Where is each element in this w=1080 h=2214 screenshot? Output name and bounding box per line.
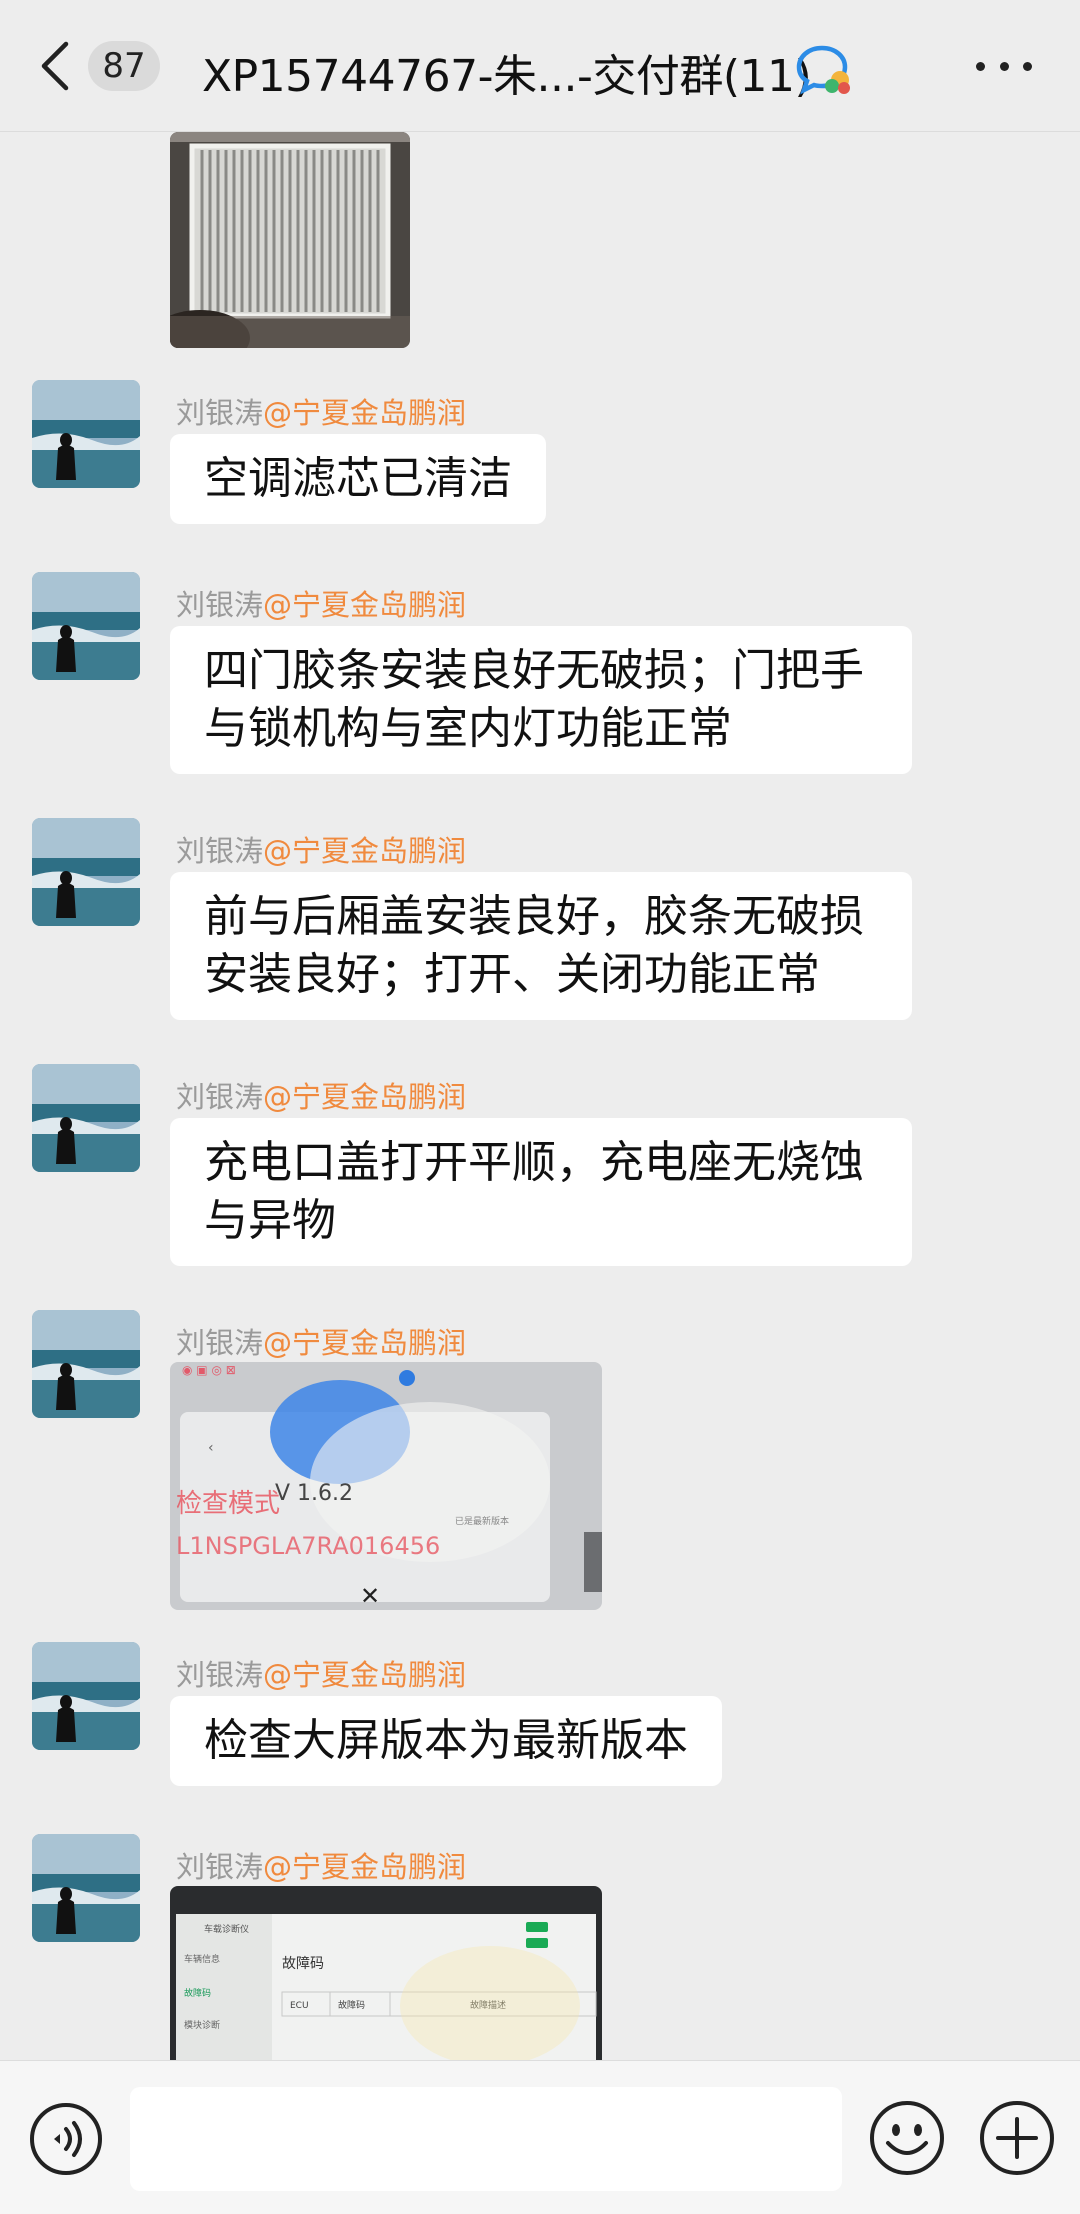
mention-label[interactable]: @宁夏金岛鹏润 — [263, 1080, 466, 1114]
col-fault-code: 故障码 — [338, 1999, 365, 2011]
avatar[interactable] — [32, 1310, 140, 1418]
message-text-line: 与锁机构与室内灯功能正常 — [204, 703, 732, 754]
mention-label[interactable]: @宁夏金岛鹏润 — [263, 1326, 466, 1360]
menu-fault-code: 故障码 — [184, 1987, 211, 1999]
message-text-line: 充电口盖打开平顺，充电座无烧蚀 — [204, 1137, 864, 1188]
mention-label[interactable]: @宁夏金岛鹏润 — [263, 588, 466, 622]
chat-group-icon — [796, 44, 856, 96]
sender-label: 刘银涛 — [176, 1850, 264, 1884]
version-text: V 1.6.2 — [275, 1481, 353, 1506]
chat-title: XP15744767-朱...-交付群(11) — [202, 51, 812, 102]
sender-label: 刘银涛 — [176, 396, 264, 430]
sender-name: 刘银涛@宁夏金岛鹏润 — [176, 390, 466, 432]
sender-label: 刘银涛 — [176, 1326, 264, 1360]
diagnostic-photo[interactable]: 车载诊断仪 车辆信息 故障码 模块诊断 故障码 ECU 故障码 故障描述 — [170, 1886, 602, 2060]
avatar[interactable] — [32, 572, 140, 680]
vin-text: L1NSPGLA7RA016456 — [176, 1532, 440, 1560]
sender-label: 刘银涛 — [176, 834, 264, 868]
message-text-line: 四门胶条安装良好无破损；门把手 — [204, 645, 864, 696]
mention-label[interactable]: @宁夏金岛鹏润 — [263, 1850, 466, 1884]
mention-label[interactable]: @宁夏金岛鹏润 — [263, 834, 466, 868]
sender-name: 刘银涛@宁夏金岛鹏润 — [176, 582, 466, 624]
sender-label: 刘银涛 — [176, 1080, 264, 1114]
screen-version-photo[interactable]: ◉ ▣ ◎ ⊠ ‹ V 1.6.2 已是最新版本 检查模式 L1NSPGLA7R… — [170, 1362, 602, 1610]
avatar[interactable] — [32, 380, 140, 488]
more-horizontal-icon[interactable] — [976, 58, 1032, 74]
message-bubble[interactable]: 空调滤芯已清洁 — [170, 434, 546, 524]
input-bar — [0, 2060, 1080, 2214]
avatar[interactable] — [32, 1834, 140, 1942]
message-bubble[interactable]: 充电口盖打开平顺，充电座无烧蚀 与异物 — [170, 1118, 912, 1266]
sender-name: 刘银涛@宁夏金岛鹏润 — [176, 1320, 466, 1362]
emoji-icon[interactable] — [868, 2099, 946, 2177]
message-text-line: 前与后厢盖安装良好，胶条无破损 — [204, 891, 864, 942]
mention-label[interactable]: @宁夏金岛鹏润 — [263, 1658, 466, 1692]
sender-name: 刘银涛@宁夏金岛鹏润 — [176, 1844, 466, 1886]
message-text-line: 与异物 — [204, 1195, 336, 1246]
inspection-mode-text: 检查模式 — [176, 1489, 280, 1519]
svg-text:✕: ✕ — [360, 1582, 380, 1610]
col-ecu: ECU — [290, 2001, 309, 2011]
message-text: 检查大屏版本为最新版本 — [204, 1715, 688, 1766]
message-bubble[interactable]: 检查大屏版本为最新版本 — [170, 1696, 722, 1786]
svg-text:‹: ‹ — [208, 1440, 214, 1456]
sender-name: 刘银涛@宁夏金岛鹏润 — [176, 828, 466, 870]
unread-count-badge[interactable]: 87 — [88, 41, 160, 91]
filter-photo[interactable] — [170, 132, 410, 348]
avatar[interactable] — [32, 1064, 140, 1172]
chat-header: 87 XP15744767-朱...-交付群(11) — [0, 0, 1080, 132]
sender-name: 刘银涛@宁夏金岛鹏润 — [176, 1074, 466, 1116]
app-name-text: 车载诊断仪 — [204, 1923, 249, 1935]
sender-label: 刘银涛 — [176, 588, 264, 622]
sender-name: 刘银涛@宁夏金岛鹏润 — [176, 1652, 466, 1694]
sender-label: 刘银涛 — [176, 1658, 264, 1692]
message-bubble[interactable]: 四门胶条安装良好无破损；门把手 与锁机构与室内灯功能正常 — [170, 626, 912, 774]
message-text: 空调滤芯已清洁 — [204, 453, 512, 504]
menu-vehicle-info: 车辆信息 — [184, 1953, 220, 1965]
avatar[interactable] — [32, 1642, 140, 1750]
svg-text:◉ ▣ ◎ ⊠: ◉ ▣ ◎ ⊠ — [182, 1363, 236, 1377]
section-title-text: 故障码 — [282, 1956, 324, 1972]
message-input[interactable] — [130, 2087, 842, 2191]
message-text-line: 安装良好；打开、关闭功能正常 — [204, 949, 820, 1000]
avatar[interactable] — [32, 818, 140, 926]
voice-input-icon[interactable] — [28, 2101, 104, 2177]
chevron-left-icon[interactable] — [36, 38, 76, 94]
message-bubble[interactable]: 前与后厢盖安装良好，胶条无破损 安装良好；打开、关闭功能正常 — [170, 872, 912, 1020]
plus-circle-icon[interactable] — [978, 2099, 1056, 2177]
latest-version-text: 已是最新版本 — [455, 1515, 509, 1527]
mention-label[interactable]: @宁夏金岛鹏润 — [263, 396, 466, 430]
menu-module-diagnosis: 模块诊断 — [184, 2019, 220, 2031]
